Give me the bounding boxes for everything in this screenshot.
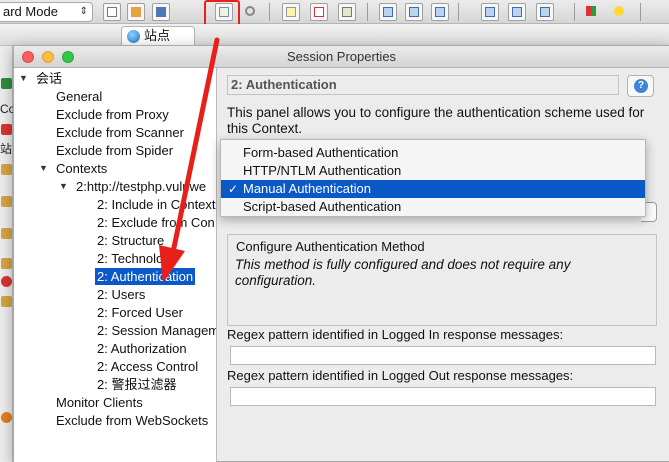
folder-icon [1, 228, 12, 239]
main-toolbar: ard Mode ⇕ [0, 0, 669, 24]
tree-item[interactable]: 2: Forced User [97, 304, 183, 321]
expanded-triangle-icon[interactable]: ▼ [19, 70, 28, 87]
tree-root[interactable]: 会话 [36, 70, 62, 87]
dropdown-option[interactable]: HTTP/NTLM Authentication [221, 162, 645, 180]
dropdown-option-label: Manual Authentication [243, 181, 371, 196]
layout-wide-icon[interactable] [536, 3, 554, 21]
tree-item[interactable]: Exclude from Proxy [56, 106, 169, 123]
close-window-button[interactable] [22, 51, 34, 63]
tree-item[interactable]: 2: Session Managem [97, 322, 216, 339]
left-panel-edge: Co 站 [0, 46, 15, 462]
dropdown-option-selected[interactable]: ✓ Manual Authentication [221, 180, 645, 198]
layout-right-icon[interactable] [508, 3, 526, 21]
layout-full-icon[interactable] [379, 3, 397, 21]
configure-method-note: This method is fully configured and does… [235, 257, 571, 288]
tree-item-context[interactable]: 2:http://testphp.vulnwe [76, 178, 206, 195]
session-properties-dialog: Session Properties ▼ 会话 General Exclude … [13, 45, 669, 462]
dropdown-option[interactable]: Script-based Authentication [221, 198, 645, 216]
tab-bar: 站点 [0, 24, 669, 46]
minimize-window-button[interactable] [42, 51, 54, 63]
tree-item[interactable]: Exclude from Spider [56, 142, 173, 159]
session-tree: ▼ 会话 General Exclude from Proxy Exclude … [14, 68, 217, 462]
folder-icon [1, 196, 12, 207]
tree-item-authentication-selected[interactable]: 2: Authentication [95, 268, 196, 285]
chevron-updown-icon: ⇕ [79, 6, 88, 17]
target-icon [1, 124, 12, 135]
toolbar-separator [640, 3, 641, 21]
maximize-window-button[interactable] [62, 51, 74, 63]
open-session-icon[interactable] [127, 3, 145, 21]
save-session-icon[interactable] [152, 3, 170, 21]
logged-out-regex-input[interactable] [230, 387, 656, 406]
breakpoint-off-icon[interactable] [310, 3, 328, 21]
help-icon: ? [634, 79, 648, 93]
toolbar-separator [367, 3, 368, 21]
tree-item[interactable]: 2: 警报过滤器 [97, 376, 176, 393]
tab-sites[interactable]: 站点 [121, 26, 195, 45]
checkmark-icon: ✓ [228, 182, 239, 196]
mode-selector-value: ard Mode [3, 4, 58, 19]
tree-item[interactable]: 2: Authorization [97, 340, 187, 357]
tree-item[interactable]: 2: Include in Context [97, 196, 216, 213]
tree-item[interactable]: Exclude from WebSockets [56, 412, 208, 429]
layout-left-icon[interactable] [481, 3, 499, 21]
dialog-titlebar: Session Properties [14, 46, 669, 68]
tree-item-contexts[interactable]: Contexts [56, 160, 107, 177]
layout-tabs-icon[interactable] [431, 3, 449, 21]
dialog-title: Session Properties [286, 49, 397, 64]
left-strip-text: 站 [0, 142, 13, 156]
authentication-panel: 2: Authentication ? This panel allows yo… [218, 68, 669, 462]
configure-method-title: Configure Authentication Method [236, 239, 425, 254]
toolbar-separator [574, 3, 575, 21]
tree-item[interactable]: 2: Access Control [97, 358, 198, 375]
toolbar-separator [269, 3, 270, 21]
tree-item[interactable]: 2: Technology [97, 250, 177, 267]
logged-in-regex-label: Regex pattern identified in Logged In re… [227, 327, 564, 342]
tree-item[interactable]: General [56, 88, 102, 105]
tree-item[interactable]: 2: Structure [97, 232, 164, 249]
add-icon [1, 78, 12, 89]
auth-method-dropdown-list: Form-based Authentication HTTP/NTLM Auth… [220, 139, 646, 217]
flame-icon [1, 412, 12, 423]
expanded-triangle-icon[interactable]: ▼ [39, 160, 48, 177]
options-gear-icon[interactable] [242, 3, 260, 21]
logged-in-regex-input[interactable] [230, 346, 656, 365]
folder-icon [1, 296, 12, 307]
help-button[interactable]: ? [627, 75, 654, 97]
dropdown-option[interactable]: Form-based Authentication [221, 144, 645, 162]
new-session-icon[interactable] [103, 3, 121, 21]
tree-item[interactable]: Exclude from Scanner [56, 124, 184, 141]
globe-icon [127, 30, 140, 43]
hint-bulb-icon[interactable] [611, 3, 629, 21]
tree-item[interactable]: 2: Users [97, 286, 145, 303]
layout-split-icon[interactable] [405, 3, 423, 21]
tab-sites-label: 站点 [144, 28, 171, 43]
panel-title: 2: Authentication [227, 75, 619, 95]
logged-out-regex-label: Regex pattern identified in Logged Out r… [227, 368, 574, 383]
toolbar-separator [458, 3, 459, 21]
tree-item[interactable]: Monitor Clients [56, 394, 143, 411]
breakpoint-icon[interactable] [282, 3, 300, 21]
addons-icon[interactable] [583, 3, 601, 21]
scan-policy-icon[interactable] [338, 3, 356, 21]
tree-item[interactable]: 2: Exclude from Con [97, 214, 215, 231]
alert-icon [1, 276, 12, 287]
expanded-triangle-icon[interactable]: ▼ [59, 178, 68, 195]
folder-icon [1, 258, 12, 269]
configure-method-group: Configure Authentication Method This met… [227, 234, 657, 326]
folder-icon [1, 164, 12, 175]
panel-description: This panel allows you to configure the a… [227, 105, 645, 136]
mode-selector[interactable]: ard Mode ⇕ [0, 2, 93, 22]
